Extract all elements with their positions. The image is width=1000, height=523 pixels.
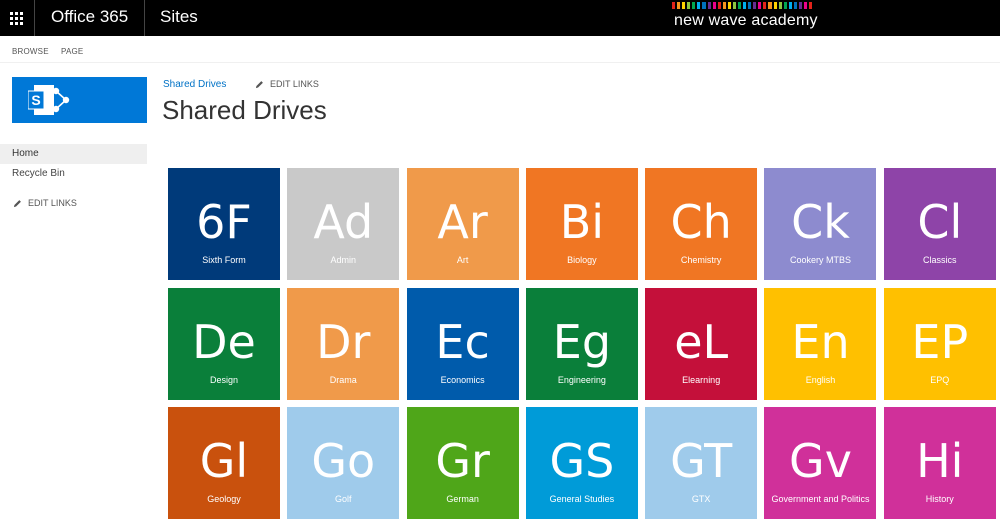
drive-tile[interactable]: Bi Biology bbox=[525, 168, 638, 280]
tile-name: Art bbox=[456, 255, 469, 265]
tile-symbol: Ec bbox=[435, 314, 490, 369]
drive-tile[interactable]: Gr German bbox=[406, 407, 519, 519]
tile-name: Classics bbox=[923, 255, 957, 265]
nav-item-home[interactable]: Home bbox=[0, 144, 147, 164]
drive-tile[interactable]: Hi History bbox=[883, 407, 996, 519]
tile-symbol: 6F bbox=[196, 195, 252, 249]
pencil-icon bbox=[13, 199, 21, 207]
svg-text:S: S bbox=[31, 92, 40, 108]
tile-name: Sixth Form bbox=[202, 255, 246, 265]
app-launcher-icon[interactable] bbox=[0, 0, 32, 36]
tile-name: Cookery MTBS bbox=[789, 255, 851, 265]
drive-tile[interactable]: Go Golf bbox=[287, 407, 400, 519]
ribbon-tab-page[interactable]: PAGE bbox=[61, 47, 83, 56]
drive-tile[interactable]: En English bbox=[764, 287, 877, 400]
site-logo[interactable]: S bbox=[12, 77, 147, 123]
drive-tile[interactable]: Ck Cookery MTBS bbox=[764, 168, 877, 280]
tile-name: EPQ bbox=[930, 374, 950, 385]
breadcrumb-shared-drives[interactable]: Shared Drives bbox=[163, 79, 226, 90]
office-365-brand[interactable]: Office 365 bbox=[51, 7, 128, 27]
tile-name: Geology bbox=[207, 494, 241, 504]
ribbon-tab-browse[interactable]: BROWSE bbox=[12, 47, 49, 56]
tile-name: German bbox=[446, 494, 479, 504]
drive-tile[interactable]: Ar Art bbox=[406, 168, 519, 280]
tile-symbol: GT bbox=[670, 434, 733, 488]
tile-symbol: Gl bbox=[199, 434, 249, 488]
drive-tile[interactable]: De Design bbox=[168, 287, 280, 400]
tile-symbol: Ad bbox=[313, 195, 374, 249]
tile-name: Biology bbox=[567, 255, 597, 265]
tile-name: Drama bbox=[329, 374, 357, 385]
tile-symbol: Hi bbox=[916, 434, 964, 488]
drive-tile[interactable]: Dr Drama bbox=[287, 287, 400, 400]
tile-symbol: Ar bbox=[437, 195, 488, 249]
drive-tile[interactable]: Ch Chemistry bbox=[645, 168, 758, 280]
tile-name: GTX bbox=[691, 494, 711, 504]
tile-symbol: Gv bbox=[789, 434, 852, 488]
tile-symbol: De bbox=[192, 314, 256, 369]
tile-symbol: Cl bbox=[917, 195, 963, 249]
drive-tile[interactable]: Ad Admin bbox=[287, 168, 400, 280]
tile-symbol: Eg bbox=[552, 314, 612, 369]
drive-tile[interactable]: Cl Classics bbox=[883, 168, 996, 280]
nav-edit-links[interactable]: EDIT LINKS bbox=[13, 198, 77, 208]
academy-logo-stripes bbox=[672, 2, 813, 9]
drive-tile[interactable]: Ec Economics bbox=[406, 287, 519, 400]
quick-launch: Home Recycle Bin bbox=[0, 144, 147, 184]
tile-symbol: Ck bbox=[791, 195, 850, 249]
drive-tile[interactable]: Eg Engineering bbox=[525, 287, 638, 400]
tile-name: Engineering bbox=[557, 374, 606, 385]
ribbon: BROWSE PAGE bbox=[0, 36, 1000, 63]
tile-name: Design bbox=[209, 374, 238, 385]
tile-symbol: Ch bbox=[670, 195, 732, 249]
sharepoint-icon: S bbox=[28, 85, 70, 115]
tile-name: Golf bbox=[335, 494, 352, 504]
tile-symbol: Dr bbox=[316, 314, 371, 369]
tile-name: Economics bbox=[440, 374, 485, 385]
tile-symbol: GS bbox=[549, 434, 615, 488]
drive-tile[interactable]: GS General Studies bbox=[525, 407, 638, 519]
tile-name: Government and Politics bbox=[771, 494, 870, 504]
tile-symbol: Gr bbox=[435, 434, 490, 488]
page-title: Shared Drives bbox=[162, 95, 327, 125]
academy-logo-text[interactable]: new wave academy bbox=[674, 12, 818, 30]
tile-name: Admin bbox=[330, 255, 357, 265]
title-edit-links-label: EDIT LINKS bbox=[270, 79, 319, 89]
tile-name: History bbox=[925, 494, 954, 504]
drive-tile[interactable]: Gv Government and Politics bbox=[764, 407, 877, 519]
nav-edit-links-label: EDIT LINKS bbox=[28, 198, 77, 208]
drive-tile[interactable]: GT GTX bbox=[645, 407, 758, 519]
suite-bar: Office 365 Sites new wave academy bbox=[0, 0, 1000, 36]
drive-tile[interactable]: EP EPQ bbox=[883, 287, 996, 400]
tile-name: Chemistry bbox=[680, 255, 722, 265]
tile-name: General Studies bbox=[549, 494, 615, 504]
title-edit-links[interactable]: EDIT LINKS bbox=[255, 79, 319, 89]
drive-tile[interactable]: eL Elearning bbox=[645, 287, 758, 400]
tile-name: English bbox=[805, 374, 836, 385]
tile-symbol: En bbox=[791, 314, 850, 369]
tile-symbol: Go bbox=[311, 434, 376, 488]
shared-drives-tile-grid: 6F Sixth Form Ad Admin Ar Art Bi Biology Ch Chemi… bbox=[168, 168, 996, 519]
tile-name: Elearning bbox=[682, 374, 721, 385]
drive-tile[interactable]: 6F Sixth Form bbox=[168, 168, 280, 280]
tile-symbol: eL bbox=[674, 314, 729, 369]
suite-divider bbox=[144, 0, 145, 36]
tile-symbol: Bi bbox=[559, 195, 605, 249]
sites-link[interactable]: Sites bbox=[160, 7, 198, 27]
suite-divider bbox=[34, 0, 35, 36]
tile-symbol: EP bbox=[911, 314, 969, 369]
nav-item-recycle-bin[interactable]: Recycle Bin bbox=[0, 164, 147, 184]
pencil-icon bbox=[255, 80, 263, 88]
drive-tile[interactable]: Gl Geology bbox=[168, 407, 280, 519]
